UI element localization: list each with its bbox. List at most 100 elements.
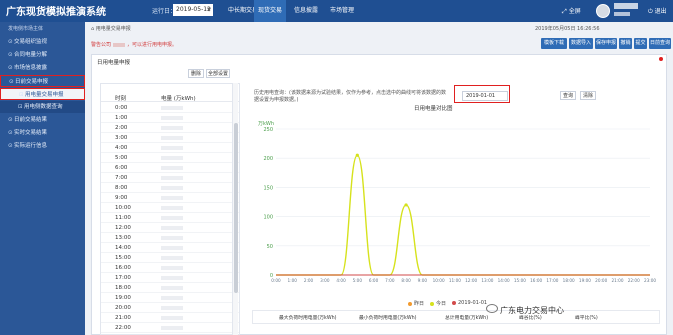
row-volume-redacted[interactable] (161, 206, 183, 210)
sidebar-item-label: 实际运行信息 (14, 143, 48, 149)
row-time: 22:00 (115, 325, 131, 331)
sidebar-item-7[interactable]: ⊙实时交易结果 (0, 127, 85, 139)
table-row[interactable]: 3:00 (101, 133, 239, 143)
sidebar-item-8[interactable]: ⊙实际运行信息 (0, 140, 85, 152)
table-row[interactable]: 9:00 (101, 193, 239, 203)
row-volume-redacted[interactable] (161, 286, 183, 290)
set-all-button[interactable]: 全部设置 (206, 69, 230, 78)
table-row[interactable]: 11:00 (101, 213, 239, 223)
table-row[interactable]: 5:00 (101, 153, 239, 163)
row-time: 16:00 (115, 265, 131, 271)
row-volume-redacted[interactable] (161, 316, 183, 320)
x-tick-label: 12:00 (465, 278, 477, 283)
table-row[interactable]: 19:00 (101, 293, 239, 303)
sidebar-item-label: 市场信息披露 (14, 65, 48, 71)
table-row[interactable]: 8:00 (101, 183, 239, 193)
row-volume-redacted[interactable] (161, 256, 183, 260)
row-volume-redacted[interactable] (161, 126, 183, 130)
sidebar-item-label: 合同电量分解 (14, 52, 48, 58)
row-volume-redacted[interactable] (161, 216, 183, 220)
row-volume-redacted[interactable] (161, 276, 183, 280)
table-row[interactable]: 20:00 (101, 303, 239, 313)
table-row[interactable]: 18:00 (101, 283, 239, 293)
row-time: 15:00 (115, 255, 131, 261)
sidebar-item-0[interactable]: ⊙交易组织监视 (0, 36, 85, 48)
table-row[interactable]: 15:00 (101, 253, 239, 263)
sidebar-item-6[interactable]: ⊙日前交易结果 (0, 114, 85, 126)
table-row[interactable]: 2:00 (101, 123, 239, 133)
row-volume-redacted[interactable] (161, 266, 183, 270)
table-row[interactable]: 14:00 (101, 243, 239, 253)
row-volume-redacted[interactable] (161, 166, 183, 170)
history-date-input[interactable]: 2019-01-01 (462, 91, 508, 101)
table-row[interactable]: 12:00 (101, 223, 239, 233)
row-volume-redacted[interactable] (161, 176, 183, 180)
save-declare-button[interactable]: 保存申报 (595, 38, 617, 49)
row-volume-redacted[interactable] (161, 106, 183, 110)
nav-tab-market-management[interactable]: 市场管理 (326, 0, 358, 22)
run-date-select[interactable]: 2019-05-12 ▼ (173, 4, 213, 16)
row-volume-redacted[interactable] (161, 146, 183, 150)
y-tick-label: 150 (263, 185, 273, 191)
row-volume-redacted[interactable] (161, 246, 183, 250)
sidebar-item-1[interactable]: ⊙合同电量分解 (0, 49, 85, 61)
row-volume-redacted[interactable] (161, 296, 183, 300)
breadcrumb: ⌂ 用电量交易申报 (91, 26, 131, 32)
row-volume-redacted[interactable] (161, 306, 183, 310)
clear-button[interactable]: 清除 (580, 91, 596, 100)
table-row[interactable]: 21:00 (101, 313, 239, 323)
summary-header: 最大负荷时用电量(万kWh) 最小负荷时用电量(万kWh) 总计用电量(万kWh… (252, 310, 660, 324)
table-row[interactable]: 4:00 (101, 143, 239, 153)
table-header: 时刻 电量 (万kWh) (101, 92, 239, 102)
legend-item-today[interactable]: 今日 (430, 300, 446, 307)
submit-button[interactable]: 提交 (634, 38, 647, 49)
summary-col-peak-flat: 峰平比(%) (575, 316, 598, 321)
table-row[interactable]: 16:00 (101, 263, 239, 273)
x-tick-label: 17:00 (546, 278, 558, 283)
nav-tab-info-disclosure[interactable]: 信息披露 (290, 0, 322, 22)
table-row[interactable]: 6:00 (101, 163, 239, 173)
table-row[interactable]: 10:00 (101, 203, 239, 213)
row-volume-redacted[interactable] (161, 116, 183, 120)
logout-button[interactable]: ⏻ 退出 (648, 6, 667, 16)
sidebar-item-2[interactable]: ⊙市场信息披露 (0, 62, 85, 74)
row-volume-redacted[interactable] (161, 236, 183, 240)
table-row[interactable]: 22:00 (101, 323, 239, 333)
row-volume-redacted[interactable] (161, 326, 183, 330)
delete-button[interactable]: 删除 (188, 69, 204, 78)
x-tick-label: 1:00 (288, 278, 298, 283)
top-header: 广东现货模拟推演系统 运行日： 2019-05-12 ▼ 中长期交易 现货交易 … (0, 0, 673, 22)
table-row[interactable]: 13:00 (101, 233, 239, 243)
main-area: ⌂ 用电量交易申报 2019年05月05日 16:26:56 警告公司 ，可以进行… (85, 22, 673, 335)
scrollbar-thumb[interactable] (234, 123, 238, 293)
sidebar-item-4[interactable]: ⊡用电量交易申报 (0, 88, 85, 100)
nav-tab-spot-trading[interactable]: 现货交易 (254, 0, 287, 22)
query-button[interactable]: 查询 (560, 91, 576, 100)
table-scrollbar[interactable] (232, 83, 238, 335)
sidebar-item-5[interactable]: ⊡用电侧数据查询 (0, 101, 85, 113)
table-row[interactable]: 1:00 (101, 113, 239, 123)
summary-col-total: 总计用电量(万kWh) (445, 316, 489, 321)
sidebar-item-label: 用电侧数据查询 (24, 104, 63, 110)
row-volume-redacted[interactable] (161, 136, 183, 140)
row-volume-redacted[interactable] (161, 196, 183, 200)
sidebar-item-3[interactable]: ⊙日前交易申报 (0, 75, 85, 87)
row-volume-redacted[interactable] (161, 156, 183, 160)
row-volume-redacted[interactable] (161, 226, 183, 230)
table-row[interactable]: 7:00 (101, 173, 239, 183)
row-volume-redacted[interactable] (161, 186, 183, 190)
row-time: 14:00 (115, 245, 131, 251)
revoke-button[interactable]: 撤销 (619, 38, 632, 49)
fullscreen-button[interactable]: ⤢ 全屏 (562, 6, 581, 16)
day-ahead-query-button[interactable]: 日前查询 (649, 38, 671, 49)
row-time: 21:00 (115, 315, 131, 321)
user-role-redacted (614, 12, 630, 16)
data-import-button[interactable]: 数据导入 (569, 38, 593, 49)
legend-item-history[interactable]: 2019-01-01 (452, 300, 487, 306)
chevron-down-icon: ▼ (207, 7, 211, 13)
template-download-button[interactable]: 模板下载 (541, 38, 567, 49)
legend-item-yesterday[interactable]: 昨日 (408, 300, 424, 307)
table-row[interactable]: 0:00 (101, 103, 239, 113)
row-time: 20:00 (115, 305, 131, 311)
table-row[interactable]: 17:00 (101, 273, 239, 283)
